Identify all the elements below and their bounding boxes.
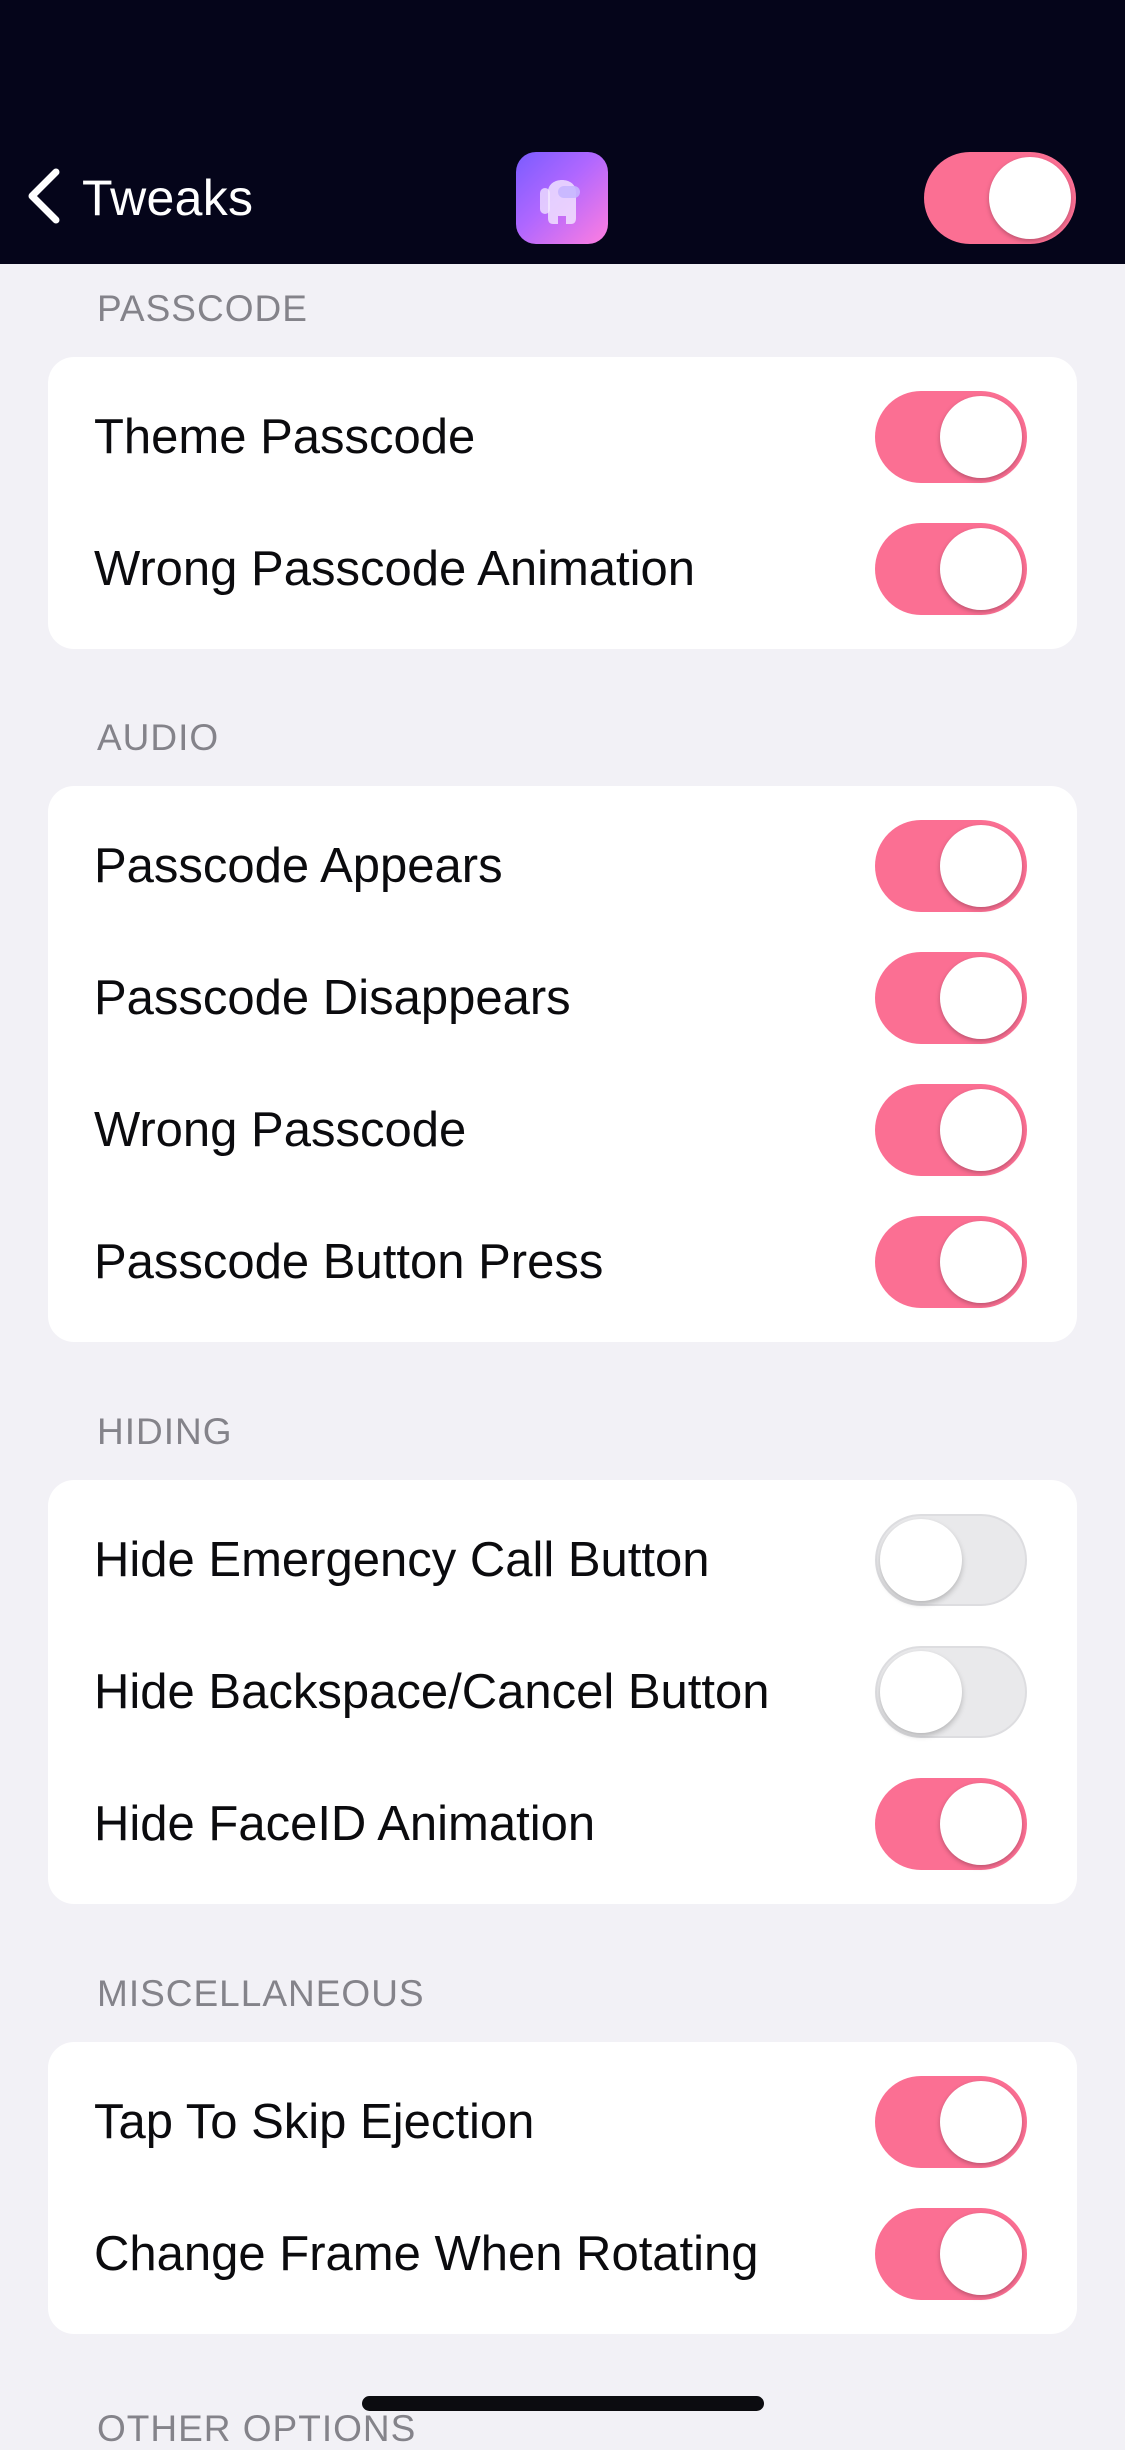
section-header: AUDIO <box>97 717 220 758</box>
toggle-knob <box>880 1651 962 1733</box>
navigation-bar: Tweaks <box>0 0 1125 264</box>
settings-row: Hide Backspace/Cancel Button <box>48 1626 1077 1758</box>
settings-group-card: Tap To Skip Ejection Change Frame When Ro… <box>48 2042 1077 2334</box>
toggle-knob <box>940 825 1022 907</box>
toggle-switch[interactable] <box>875 1084 1027 1176</box>
toggle-knob <box>940 2213 1022 2295</box>
settings-group-card: Hide Emergency Call Button Hide Backspace… <box>48 1480 1077 1904</box>
toggle-switch[interactable] <box>875 820 1027 912</box>
settings-row: Passcode Appears <box>48 800 1077 932</box>
settings-row: Passcode Disappears <box>48 932 1077 1064</box>
toggle-knob <box>940 528 1022 610</box>
tweak-app-icon <box>516 152 608 244</box>
master-toggle[interactable] <box>924 152 1076 244</box>
back-label: Tweaks <box>82 170 254 226</box>
toggle-switch[interactable] <box>875 391 1027 483</box>
section-header: HIDING <box>97 1411 233 1452</box>
settings-group-card: Theme Passcode Wrong Passcode Animation <box>48 357 1077 649</box>
settings-row: Change Frame When Rotating <box>48 2188 1077 2320</box>
back-button[interactable]: Tweaks <box>22 160 253 236</box>
setting-label: Wrong Passcode <box>94 1103 467 1157</box>
settings-row: Wrong Passcode <box>48 1064 1077 1196</box>
setting-label: Hide FaceID Animation <box>94 1797 596 1851</box>
toggle-knob <box>940 1221 1022 1303</box>
toggle-knob <box>940 1089 1022 1171</box>
setting-label: Passcode Button Press <box>94 1235 604 1289</box>
setting-label: Wrong Passcode Animation <box>94 542 696 596</box>
settings-row: Passcode Button Press <box>48 1196 1077 1328</box>
toggle-knob <box>940 1783 1022 1865</box>
settings-row: Wrong Passcode Animation <box>48 503 1077 635</box>
section-header: PASSCODE <box>97 288 308 329</box>
chevron-left-icon <box>22 166 66 231</box>
home-indicator[interactable] <box>362 2396 764 2411</box>
section-header: MISCELLANEOUS <box>97 1973 425 2014</box>
setting-label: Hide Emergency Call Button <box>94 1533 710 1587</box>
setting-label: Change Frame When Rotating <box>94 2227 759 2281</box>
setting-label: Hide Backspace/Cancel Button <box>94 1665 770 1719</box>
setting-label: Passcode Disappears <box>94 971 571 1025</box>
setting-label: Theme Passcode <box>94 410 476 464</box>
settings-group-card: Passcode Appears Passcode Disappears Wrong… <box>48 786 1077 1342</box>
toggle-switch[interactable] <box>875 1216 1027 1308</box>
toggle-switch[interactable] <box>875 1778 1027 1870</box>
settings-row: Hide FaceID Animation <box>48 1758 1077 1890</box>
settings-row: Theme Passcode <box>48 371 1077 503</box>
toggle-switch[interactable] <box>875 2208 1027 2300</box>
setting-label: Passcode Appears <box>94 839 503 893</box>
master-toggle-knob <box>989 157 1071 239</box>
toggle-switch[interactable] <box>875 1514 1027 1606</box>
section-header: OTHER OPTIONS <box>97 2408 417 2449</box>
settings-row: Tap To Skip Ejection <box>48 2056 1077 2188</box>
settings-row: Hide Emergency Call Button <box>48 1494 1077 1626</box>
setting-label: Tap To Skip Ejection <box>94 2095 535 2149</box>
toggle-knob <box>940 957 1022 1039</box>
toggle-knob <box>940 396 1022 478</box>
toggle-switch[interactable] <box>875 2076 1027 2168</box>
toggle-knob <box>880 1519 962 1601</box>
toggle-switch[interactable] <box>875 1646 1027 1738</box>
toggle-switch[interactable] <box>875 523 1027 615</box>
toggle-knob <box>940 2081 1022 2163</box>
toggle-switch[interactable] <box>875 952 1027 1044</box>
